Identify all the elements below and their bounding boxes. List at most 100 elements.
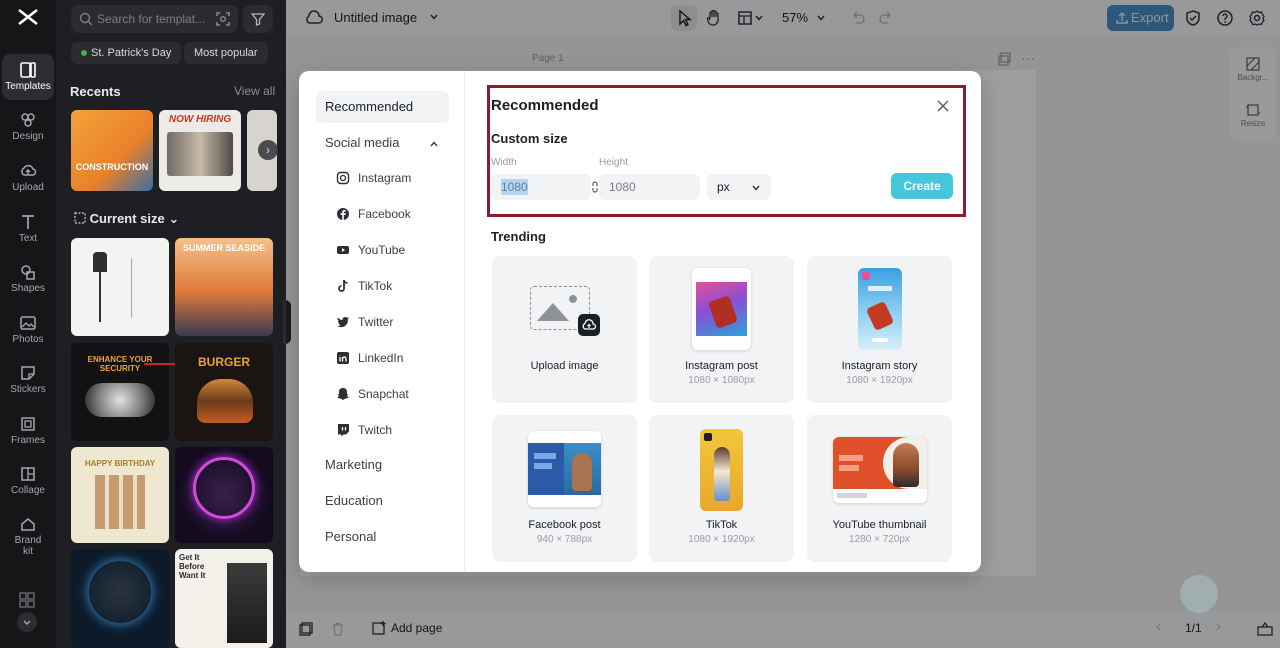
upload-cloud-icon: [21, 164, 37, 176]
thumb-text: BURGER: [197, 355, 250, 369]
template-burger[interactable]: BURGER: [175, 343, 273, 441]
template-happy-birthday[interactable]: HAPPY BIRTHDAY: [71, 447, 169, 543]
rail-label: Shapes: [11, 283, 45, 294]
photos-icon: [20, 316, 36, 330]
snapchat-ghost-icon: [337, 388, 349, 400]
chip-label: Most popular: [194, 47, 258, 59]
rail-design[interactable]: Design: [2, 104, 54, 150]
chip-label: St. Patrick's Day: [91, 47, 172, 59]
clover-icon: [81, 50, 87, 57]
linkedin-icon: [337, 352, 349, 364]
current-size-title[interactable]: Current size ⌄: [74, 211, 179, 227]
left-rail: Templates Design Upload Text Shapes Phot…: [0, 0, 56, 648]
card-name: Upload image: [530, 360, 599, 372]
template-blue-portrait[interactable]: [71, 549, 169, 648]
nav-recommended[interactable]: Recommended: [316, 91, 449, 123]
create-button[interactable]: Create: [891, 173, 953, 199]
nav-facebook[interactable]: Facebook: [336, 202, 411, 226]
nav-snapchat[interactable]: Snapchat: [336, 382, 409, 406]
card-size: 1080 × 1920px: [688, 534, 755, 545]
nav-instagram[interactable]: Instagram: [336, 166, 411, 190]
modal-backdrop-top: [286, 0, 1280, 36]
chip-st-patricks[interactable]: St. Patrick's Day: [71, 42, 182, 64]
nav-social-media[interactable]: Social media: [316, 127, 449, 159]
rail-label: Templates: [5, 81, 51, 92]
card-youtube-thumbnail[interactable]: YouTube thumbnail 1280 × 720px: [807, 415, 952, 562]
rail-collage[interactable]: Collage: [2, 458, 54, 504]
instagram-icon: [336, 171, 350, 185]
width-label: Width: [491, 157, 517, 168]
template-get-it[interactable]: Get It Before Want It: [175, 549, 273, 648]
rail-shapes[interactable]: Shapes: [2, 256, 54, 302]
height-input[interactable]: 1080: [599, 174, 700, 200]
card-facebook-post[interactable]: Facebook post 940 × 788px: [492, 415, 637, 562]
recent-template-hiring[interactable]: NOW HIRING: [159, 110, 241, 191]
nav-marketing[interactable]: Marketing: [316, 449, 449, 481]
card-upload-image[interactable]: Upload image: [492, 256, 637, 403]
unit-select[interactable]: px: [707, 174, 771, 200]
apps-grid-icon[interactable]: [18, 591, 36, 609]
template-search-input[interactable]: Search for templat...: [71, 5, 238, 33]
rail-text[interactable]: Text: [2, 206, 54, 252]
template-security[interactable]: ENHANCE YOUR SECURITY: [71, 343, 169, 441]
upload-cloud-icon: [578, 314, 600, 336]
thumb-text: SUMMER SEASIDE: [182, 243, 265, 253]
nav-education[interactable]: Education: [316, 485, 449, 517]
nav-tiktok[interactable]: TikTok: [336, 274, 392, 298]
height-label: Height: [599, 157, 628, 168]
template-bar-stool[interactable]: [71, 238, 169, 336]
dialog-title: Recommended: [491, 97, 599, 114]
lock-ratio-icon[interactable]: [591, 181, 599, 193]
facebook-icon: [337, 208, 349, 220]
card-instagram-post[interactable]: Instagram post 1080 × 1080px: [649, 256, 794, 403]
collapse-rail-button[interactable]: [17, 612, 37, 632]
view-all-link[interactable]: View all: [234, 84, 275, 98]
rail-label: Brand kit: [14, 535, 42, 557]
rail-label: Upload: [12, 182, 44, 193]
thumb-text: Get It Before Want It: [179, 553, 206, 580]
twitch-icon: [338, 424, 349, 437]
filter-button[interactable]: [243, 5, 273, 33]
brand-kit-icon: [21, 518, 35, 531]
card-tiktok[interactable]: TikTok 1080 × 1920px: [649, 415, 794, 562]
resize-icon: [74, 212, 86, 224]
image-search-icon[interactable]: [216, 12, 230, 26]
close-icon[interactable]: [936, 99, 950, 113]
chevron-up-icon: [430, 141, 438, 147]
nav-personal[interactable]: Personal: [316, 521, 449, 553]
recent-template-construction[interactable]: CONSTRUCTION: [71, 110, 153, 191]
template-summer-seaside[interactable]: SUMMER SEASIDE: [175, 238, 273, 336]
rail-label: Stickers: [10, 384, 46, 395]
card-name: Instagram story: [841, 360, 918, 372]
rail-photos[interactable]: Photos: [2, 307, 54, 353]
capcut-logo-icon[interactable]: [14, 6, 42, 32]
nav-twitter[interactable]: Twitter: [336, 310, 393, 334]
rail-frames[interactable]: Frames: [2, 408, 54, 454]
rail-brand-kit[interactable]: Brand kit: [2, 508, 54, 560]
twitter-bird-icon: [337, 316, 349, 328]
template-neon-portrait[interactable]: [175, 447, 273, 543]
youtube-icon: [337, 246, 349, 254]
templates-icon: [20, 62, 36, 78]
rail-stickers[interactable]: Stickers: [2, 357, 54, 403]
rail-templates[interactable]: Templates: [2, 54, 54, 100]
collage-icon: [21, 467, 35, 481]
assistant-icon[interactable]: [1180, 575, 1218, 613]
design-icon: [21, 113, 35, 127]
rail-label: Design: [12, 131, 44, 142]
card-instagram-story[interactable]: Instagram story 1080 × 1920px: [807, 256, 952, 403]
rail-upload[interactable]: Upload: [2, 155, 54, 201]
chip-most-popular[interactable]: Most popular: [184, 42, 268, 64]
search-icon: [79, 12, 93, 26]
frames-icon: [21, 417, 35, 431]
thumb-text: CONSTRUCTION: [75, 162, 149, 172]
nav-twitch[interactable]: Twitch: [336, 418, 392, 442]
card-size: 1080 × 1920px: [846, 375, 913, 386]
shapes-icon: [21, 265, 35, 280]
recents-next-button[interactable]: ›: [258, 140, 278, 160]
chevron-down-icon: [752, 185, 760, 191]
width-input[interactable]: 1080: [491, 174, 591, 200]
card-size: 1280 × 720px: [849, 534, 910, 545]
nav-linkedin[interactable]: LinkedIn: [336, 346, 403, 370]
nav-youtube[interactable]: YouTube: [336, 238, 405, 262]
